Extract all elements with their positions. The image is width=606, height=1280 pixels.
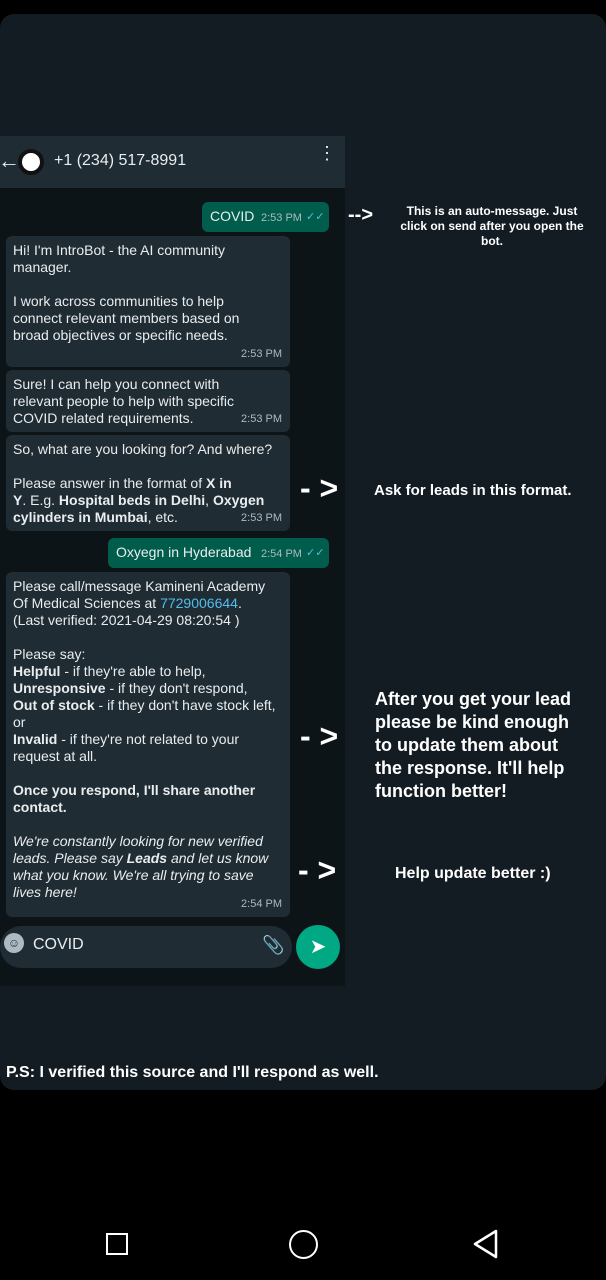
contact-name[interactable]: +1 (234) 517-8991 [54,152,186,170]
annotation-help-update: Help update better :) [395,865,551,882]
emoji-icon[interactable]: ☺ [4,933,24,953]
message-time: 2:53 PM [241,413,282,425]
message-line: Of Medical Sciences at 7729006644. [13,595,242,611]
read-receipt-icon: ✓✓ [306,547,325,559]
message-line: (Last verified: 2021-04-29 08:20:54 ) [13,612,240,628]
message-line: manager. [13,259,72,275]
message-line: I work across communities to help [13,293,224,309]
message-time: 2:54 PM [241,898,282,910]
message-line: So, what are you looking for? And where? [13,441,273,457]
attachment-icon[interactable]: 📎 [262,935,284,956]
message-text: Oxyegn in Hyderabad [116,544,252,560]
message-text: COVID [210,208,255,224]
message-time: 2:53 PM [241,348,282,360]
annotation-arrow: - > [300,470,339,506]
message-line: or [13,714,26,730]
annotation-update-leads: After you get your lead please be kind en… [375,689,572,801]
message-line: contact. [13,799,67,815]
message-incoming[interactable]: Sure! I can help you connect with releva… [6,370,290,432]
annotation-arrow: --> [348,204,373,226]
avatar[interactable] [18,149,44,175]
message-line: Please call/message Kamineni Academy [13,578,266,594]
message-incoming-lead[interactable]: Please call/message Kamineni Academy Of … [6,572,290,917]
read-receipt-icon: ✓✓ [306,211,325,223]
message-line: Invalid - if they're not related to your [13,731,240,747]
message-time: 2:53 PM [261,212,302,224]
annotation-ask-format: Ask for leads in this format. [374,482,572,499]
annotation-ps: P.S: I verified this source and I'll res… [6,1064,379,1081]
phone-link[interactable]: 7729006644 [160,595,238,611]
message-line: Y. E.g. Hospital beds in Delhi, Oxygen [13,492,265,508]
chat-header: ← +1 (234) 517-8991 ⋮ [0,136,345,188]
send-button[interactable]: ➤ [296,925,340,969]
message-line: Helpful - if they're able to help, [13,663,206,679]
recents-button[interactable] [106,1233,128,1255]
message-line: relevant people to help with specific [13,393,235,409]
message-line: Please answer in the format of X in [13,475,232,491]
message-line: We're constantly looking for new verifie… [13,833,263,849]
message-incoming[interactable]: Hi! I'm IntroBot - the AI community mana… [6,236,290,367]
message-line: request at all. [13,748,98,764]
message-line: Unresponsive - if they don't respond, [13,680,248,696]
message-line: Once you respond, I'll share another [13,782,256,798]
message-line: Hi! I'm IntroBot - the AI community [13,242,225,258]
send-icon: ➤ [309,936,327,958]
message-outgoing-covid[interactable]: COVID 2:53 PM ✓✓ [202,202,329,232]
message-time: 2:54 PM [261,548,302,560]
back-arrow-icon[interactable]: ← [0,148,20,174]
annotation-auto-message: This is an auto-message. Just click on se… [400,204,584,248]
home-button[interactable] [289,1230,318,1259]
message-line: leads. Please say Leads and let us know [13,850,269,866]
annotation-arrow: - > [298,852,337,888]
message-line: broad objectives or specific needs. [13,327,228,343]
message-line: connect relevant members based on [13,310,240,326]
chat-window: ← +1 (234) 517-8991 ⋮ COVID 2:53 PM ✓✓ H… [0,136,345,986]
message-input-text[interactable]: COVID [33,936,84,954]
annotation-arrow: - > [300,718,339,754]
message-line: what you know. We're all trying to save [13,867,254,883]
message-line: Please say: [13,646,86,662]
message-line: Sure! I can help you connect with [13,376,220,392]
message-time: 2:53 PM [241,512,282,524]
message-line: Out of stock - if they don't have stock … [13,697,276,713]
message-outgoing-oxygen[interactable]: Oxyegn in Hyderabad 2:54 PM ✓✓ [108,538,329,568]
back-button[interactable] [472,1228,500,1260]
more-options-icon[interactable]: ⋮ [318,144,336,162]
message-incoming[interactable]: So, what are you looking for? And where?… [6,435,290,531]
